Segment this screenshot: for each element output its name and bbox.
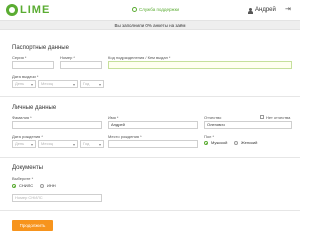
- gender-female-radio[interactable]: [234, 141, 238, 145]
- gender-male-label: Мужской: [211, 140, 228, 145]
- birthdate-label: Дата рождения *: [12, 134, 43, 139]
- division-label: Код подразделения / Кем выдан *: [108, 55, 171, 60]
- chevron-down-icon: ▾: [72, 142, 75, 147]
- section-divider: [0, 157, 300, 158]
- support-icon: [132, 7, 137, 12]
- birth-day-select[interactable]: День ▾: [12, 140, 36, 148]
- section-divider: [0, 96, 300, 97]
- patronymic-label: Отчество: [204, 115, 222, 120]
- loan-application-page: LIME Служба поддержки Андрей ⇥ Вы заполн…: [0, 0, 300, 241]
- lastname-field[interactable]: [12, 121, 102, 129]
- gender-female-label: Женский: [241, 140, 258, 145]
- lastname-label: Фамилия *: [12, 115, 32, 120]
- chevron-down-icon: ▾: [30, 82, 33, 87]
- birth-year-select[interactable]: Год ▾: [80, 140, 104, 148]
- user-icon: [248, 8, 253, 14]
- birthplace-label: Место рождения *: [108, 134, 142, 139]
- snils-placeholder: Номер СНИЛС: [15, 195, 43, 200]
- no-patronymic-label: Нет отчества: [266, 115, 291, 120]
- issue-month-placeholder: Месяц: [41, 81, 54, 86]
- documents-section-title: Документы: [12, 165, 43, 171]
- passport-section-title: Паспортные данные: [12, 45, 69, 51]
- snils-field[interactable]: Номер СНИЛС: [12, 194, 102, 202]
- patronymic-field[interactable]: Олегович: [204, 121, 292, 129]
- birth-day-placeholder: День: [15, 141, 25, 146]
- lime-logo-icon: [6, 4, 18, 16]
- birth-month-select[interactable]: Месяц ▾: [38, 140, 78, 148]
- continue-button[interactable]: Продолжить: [12, 220, 53, 231]
- section-divider: [0, 210, 300, 211]
- series-label: Серия *: [12, 55, 27, 60]
- issue-date-label: Дата выдачи *: [12, 74, 39, 79]
- snils-label: СНИЛС: [19, 183, 34, 188]
- inn-radio[interactable]: [40, 184, 44, 188]
- chevron-down-icon: ▾: [72, 82, 75, 87]
- support-label: Служба поддержки: [139, 7, 180, 12]
- issue-year-select[interactable]: Год ▾: [80, 80, 104, 88]
- issue-month-select[interactable]: Месяц ▾: [38, 80, 78, 88]
- no-patronymic-checkbox[interactable]: [260, 115, 264, 119]
- snils-radio[interactable]: [12, 184, 16, 188]
- inn-label: ИНН: [47, 183, 56, 188]
- chevron-down-icon: ▾: [98, 82, 101, 87]
- gender-label: Пол *: [204, 134, 215, 139]
- chevron-down-icon: ▾: [30, 142, 33, 147]
- issue-year-placeholder: Год: [83, 81, 90, 86]
- gender-male-radio[interactable]: [204, 141, 208, 145]
- support-link[interactable]: Служба поддержки: [132, 5, 179, 15]
- logout-icon[interactable]: ⇥: [285, 6, 292, 14]
- chevron-down-icon: ▾: [98, 142, 101, 147]
- birthplace-field[interactable]: [108, 140, 198, 148]
- user-name[interactable]: Андрей: [255, 6, 276, 14]
- logo-text: LIME: [20, 4, 51, 16]
- logo[interactable]: LIME: [6, 4, 50, 17]
- progress-bar: Вы заполнили 0% анкеты на заём: [0, 20, 300, 30]
- number-label: Номер *: [60, 55, 75, 60]
- birth-month-placeholder: Месяц: [41, 141, 54, 146]
- header: LIME Служба поддержки Андрей ⇥: [0, 0, 300, 20]
- birth-year-placeholder: Год: [83, 141, 90, 146]
- personal-section-title: Личные данные: [12, 105, 57, 111]
- division-field[interactable]: [108, 61, 292, 69]
- series-field[interactable]: [12, 61, 54, 69]
- issue-day-select[interactable]: День ▾: [12, 80, 36, 88]
- issue-day-placeholder: День: [15, 81, 25, 86]
- firstname-field[interactable]: Андрей: [108, 121, 198, 129]
- firstname-label: Имя *: [108, 115, 119, 120]
- number-field[interactable]: [60, 61, 102, 69]
- progress-text: Вы заполнили 0% анкеты на заём: [114, 23, 186, 28]
- choose-document-label: Выберите *: [12, 176, 34, 181]
